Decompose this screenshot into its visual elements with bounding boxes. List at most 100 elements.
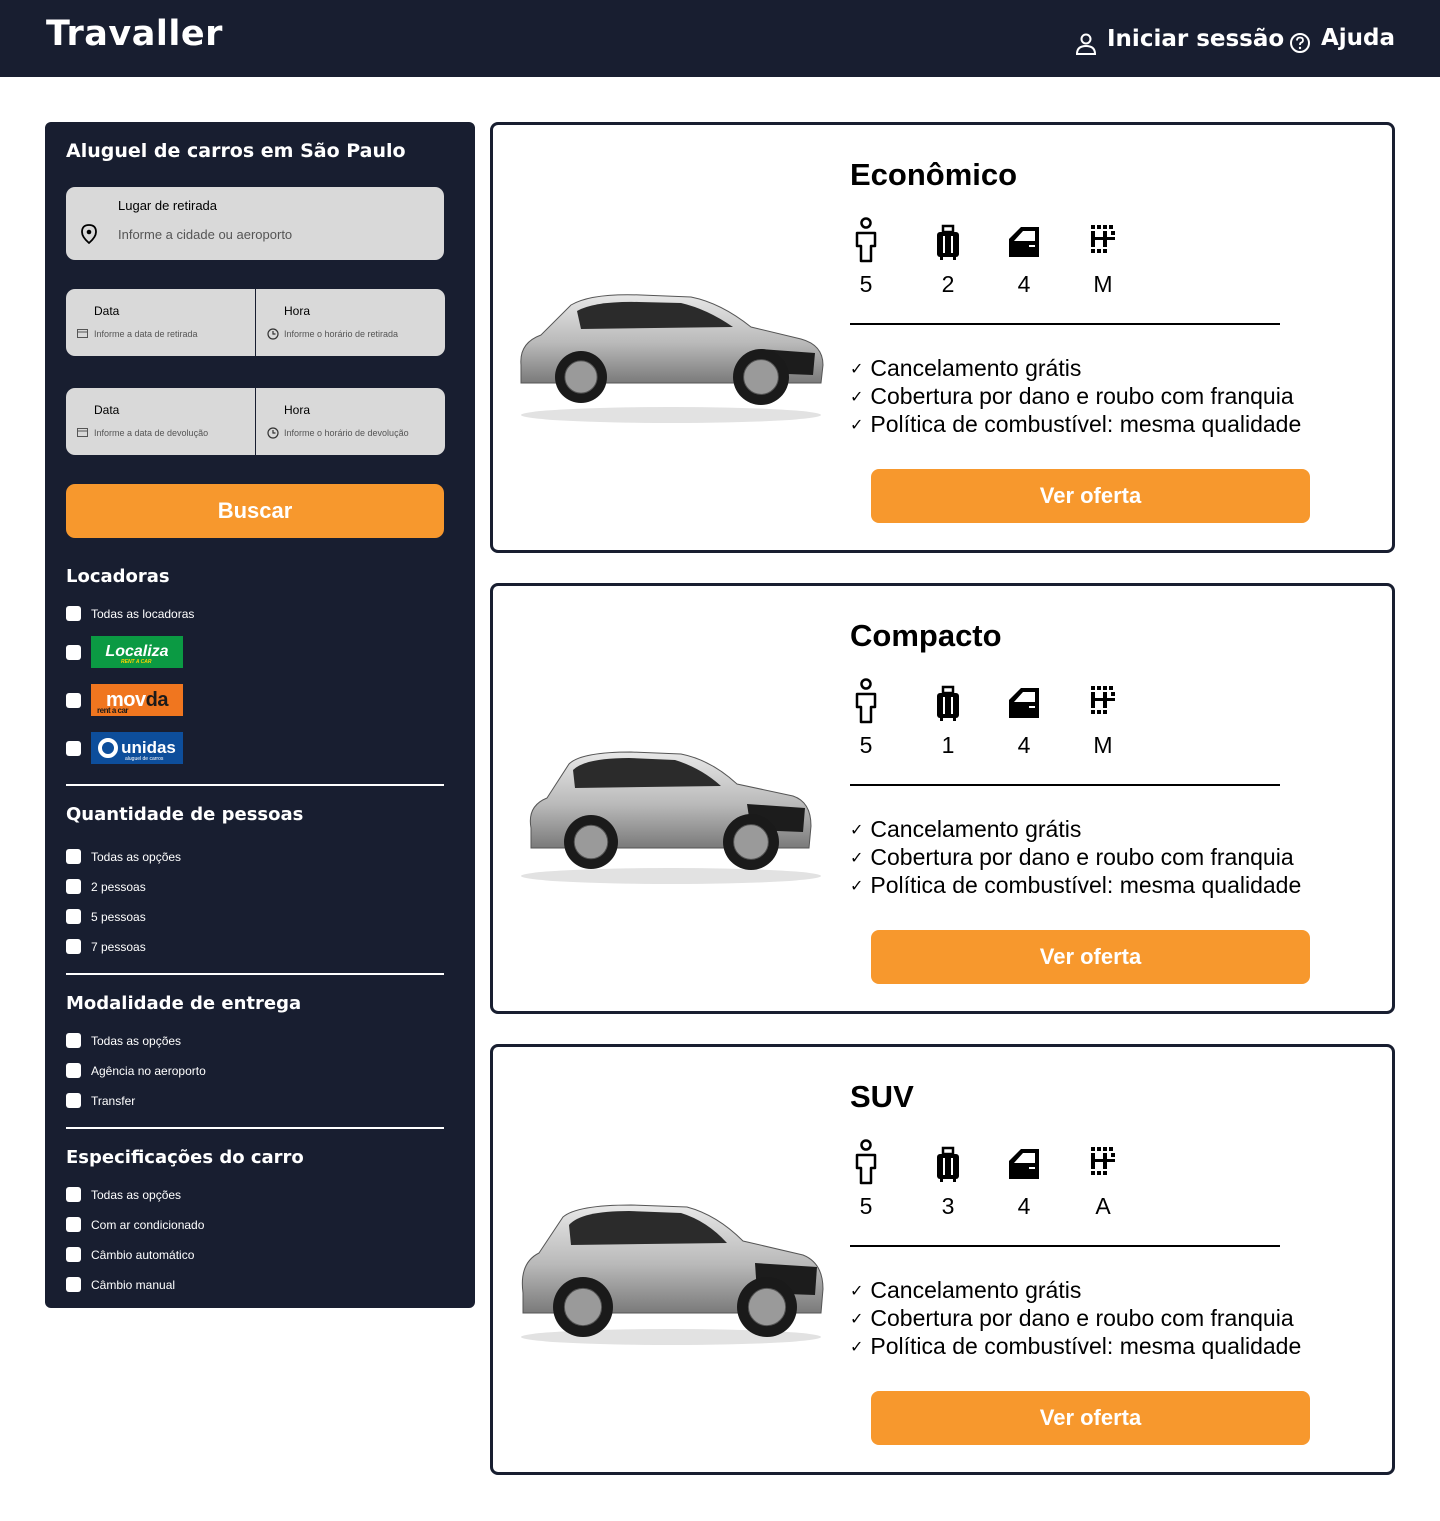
filter-option-label: 2 pessoas bbox=[91, 879, 146, 894]
checkbox[interactable] bbox=[66, 1063, 81, 1078]
filter-option-label: Todas as opções bbox=[91, 1033, 182, 1048]
return-time-input[interactable]: Informe o horário de devolução bbox=[284, 428, 409, 438]
rental-companies-title: Locadoras bbox=[66, 566, 170, 587]
pickup-date-field[interactable]: Data Informe a data de retirada bbox=[66, 289, 255, 356]
car-category-title: SUV bbox=[850, 1079, 914, 1114]
pickup-location-input[interactable]: Informe a cidade ou aeroporto bbox=[118, 227, 292, 242]
filter-option-label: 7 pessoas bbox=[91, 939, 146, 954]
feature-item: ✓ Cancelamento grátis bbox=[850, 816, 1081, 843]
filter-option-localiza[interactable]: Localiza RENT A CAR bbox=[66, 636, 183, 668]
calendar-icon bbox=[77, 329, 88, 338]
filter-option[interactable]: Câmbio automático bbox=[66, 1247, 194, 1262]
login-link[interactable]: Iniciar sessão bbox=[1075, 22, 1284, 56]
spec-bags-value: 3 bbox=[941, 1193, 955, 1219]
spec-passengers: 5 bbox=[836, 1139, 896, 1220]
filter-option-label: Agência no aeroporto bbox=[91, 1063, 206, 1078]
pickup-time-label: Hora bbox=[284, 304, 311, 318]
checkbox[interactable] bbox=[66, 1033, 81, 1048]
filter-option[interactable]: 7 pessoas bbox=[66, 939, 146, 954]
car-door-icon bbox=[1009, 1149, 1039, 1179]
feature-label: Cancelamento grátis bbox=[870, 816, 1082, 842]
filter-option[interactable]: 5 pessoas bbox=[66, 909, 146, 924]
checkbox[interactable] bbox=[66, 939, 81, 954]
spec-doors-value: 4 bbox=[1017, 732, 1031, 758]
checkbox[interactable] bbox=[66, 644, 81, 660]
car-category-title: Econômico bbox=[850, 157, 1018, 192]
filter-option-movida[interactable]: mov da rent a car bbox=[66, 684, 183, 716]
unidas-logo: unidas aluguel de carros bbox=[91, 732, 183, 764]
spec-doors: 4 bbox=[994, 1139, 1054, 1220]
feature-label: Cancelamento grátis bbox=[870, 1277, 1082, 1303]
feature-item: ✓ Cancelamento grátis bbox=[850, 1277, 1081, 1304]
filter-option[interactable]: Todas as opções bbox=[66, 1187, 181, 1202]
filter-option[interactable]: Agência no aeroporto bbox=[66, 1063, 206, 1078]
spec-transmission-value: A bbox=[1095, 1193, 1111, 1219]
spec-passengers: 5 bbox=[836, 217, 896, 298]
checkbox[interactable] bbox=[66, 1093, 81, 1108]
pickup-time-input[interactable]: Informe o horário de retirada bbox=[284, 329, 398, 339]
checkbox[interactable] bbox=[66, 879, 81, 894]
filter-option[interactable]: Todas as opções bbox=[66, 849, 181, 864]
view-offer-button[interactable]: Ver oferta bbox=[871, 1391, 1310, 1445]
checkbox[interactable] bbox=[66, 1277, 81, 1292]
spec-doors-value: 4 bbox=[1017, 1193, 1031, 1219]
car-door-icon bbox=[1009, 227, 1039, 257]
wheel-rim bbox=[733, 824, 769, 860]
checkbox[interactable] bbox=[66, 1247, 81, 1262]
checkbox[interactable] bbox=[66, 606, 81, 621]
pickup-date-label: Data bbox=[94, 304, 120, 318]
wheel-rim bbox=[747, 1287, 787, 1327]
search-button[interactable]: Buscar bbox=[66, 484, 444, 538]
view-offer-button[interactable]: Ver oferta bbox=[871, 930, 1310, 984]
view-offer-button[interactable]: Ver oferta bbox=[871, 469, 1310, 523]
filter-option[interactable]: Todas as locadoras bbox=[66, 606, 194, 621]
luggage-icon bbox=[937, 685, 959, 721]
feature-label: Política de combustível: mesma qualidade bbox=[870, 1333, 1302, 1359]
person-icon bbox=[855, 217, 877, 263]
delivery-title: Modalidade de entrega bbox=[66, 993, 302, 1014]
brand-logo[interactable]: Travaller bbox=[46, 14, 223, 54]
movida-logo: mov da rent a car bbox=[91, 684, 183, 716]
wheel-rim bbox=[573, 824, 609, 860]
wheel-rim bbox=[564, 360, 598, 394]
pickup-date-input[interactable]: Informe a data de retirada bbox=[94, 329, 198, 339]
checkbox[interactable] bbox=[66, 909, 81, 924]
check-icon: ✓ bbox=[850, 1282, 864, 1300]
spec-passengers: 5 bbox=[836, 678, 896, 759]
car-category-title: Compacto bbox=[850, 618, 1002, 653]
filter-option-unidas[interactable]: unidas aluguel de carros bbox=[66, 732, 183, 764]
return-date-input[interactable]: Informe a data de devolução bbox=[94, 428, 208, 438]
spec-doors: 4 bbox=[994, 678, 1054, 759]
spec-passengers-value: 5 bbox=[859, 732, 873, 758]
return-time-label: Hora bbox=[284, 403, 311, 417]
checkbox[interactable] bbox=[66, 692, 81, 708]
filter-option[interactable]: Transfer bbox=[66, 1093, 135, 1108]
spec-doors-value: 4 bbox=[1017, 271, 1031, 297]
return-time-field[interactable]: Hora Informe o horário de devolução bbox=[256, 388, 445, 455]
filter-option[interactable]: Câmbio manual bbox=[66, 1277, 175, 1292]
localiza-logo: Localiza RENT A CAR bbox=[91, 636, 183, 668]
filter-option[interactable]: Todas as opções bbox=[66, 1033, 181, 1048]
filter-option[interactable]: Com ar condicionado bbox=[66, 1217, 204, 1232]
car-image bbox=[521, 751, 821, 884]
spec-transmission: A bbox=[1073, 1139, 1133, 1220]
gearshift-icon bbox=[1091, 686, 1115, 714]
luggage-icon bbox=[937, 1146, 959, 1182]
checkbox[interactable] bbox=[66, 740, 81, 756]
pickup-time-field[interactable]: Hora Informe o horário de retirada bbox=[256, 289, 445, 356]
checkbox[interactable] bbox=[66, 1187, 81, 1202]
return-date-field[interactable]: Data Informe a data de devolução bbox=[66, 388, 255, 455]
pickup-location-field[interactable]: Lugar de retirada Informe a cidade ou ae… bbox=[66, 187, 444, 260]
checkbox[interactable] bbox=[66, 849, 81, 864]
help-link[interactable]: Ajuda bbox=[1289, 22, 1395, 54]
specs-title: Especificações do carro bbox=[66, 1147, 304, 1168]
feature-item: ✓ Política de combustível: mesma qualidad… bbox=[850, 411, 1301, 438]
check-icon: ✓ bbox=[850, 821, 864, 839]
location-pin-icon bbox=[81, 224, 97, 244]
top-header: Travaller Iniciar sessão Ajuda bbox=[0, 0, 1440, 77]
spec-bags-value: 2 bbox=[941, 271, 955, 297]
filter-option[interactable]: 2 pessoas bbox=[66, 879, 146, 894]
checkbox[interactable] bbox=[66, 1217, 81, 1232]
sidebar-title: Aluguel de carros em São Paulo bbox=[66, 140, 406, 162]
person-icon bbox=[855, 678, 877, 724]
